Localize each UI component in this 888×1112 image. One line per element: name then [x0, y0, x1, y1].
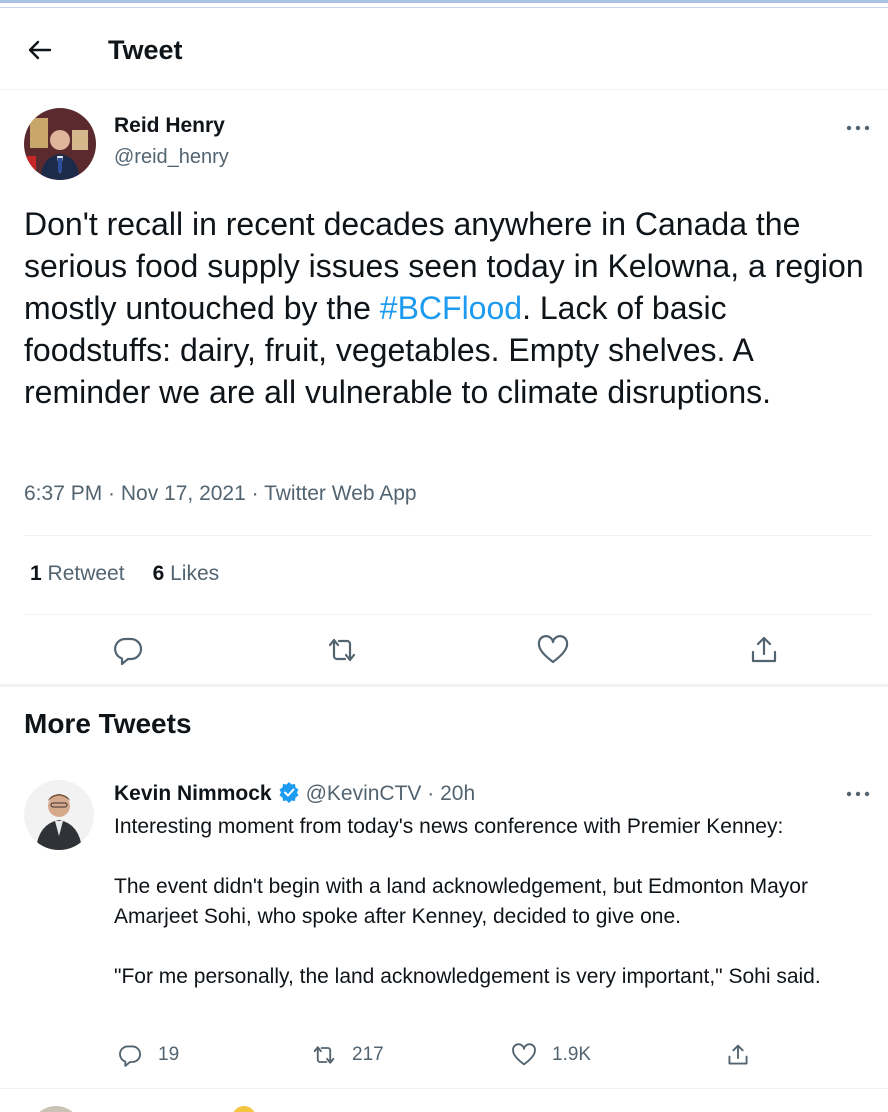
tweet-text: Don't recall in recent decades anywhere …: [24, 206, 864, 410]
heart-icon: [512, 1043, 536, 1066]
next-tweet-emoji: [232, 1106, 256, 1112]
more-tweets-heading: More Tweets: [24, 708, 192, 739]
related-tweet-header: Kevin Nimmock @KevinCTV · 20h: [114, 780, 475, 808]
related-tweet-paragraph: The event didn't begin with a land ackno…: [114, 875, 808, 928]
divider: [24, 614, 872, 615]
related-reply-count: 19: [158, 1044, 180, 1065]
related-tweet-paragraph: Interesting moment from today's news con…: [114, 815, 784, 838]
more-options-button[interactable]: [840, 118, 876, 138]
related-tweet-avatar[interactable]: [24, 780, 94, 850]
retweet-button[interactable]: [324, 632, 360, 668]
related-like-count: 1.9K: [552, 1044, 592, 1065]
author-name[interactable]: Reid Henry: [114, 113, 225, 139]
related-tweet-text: Interesting moment from today's news con…: [114, 812, 874, 992]
divider: [0, 1088, 888, 1089]
ellipsis-icon: [846, 125, 870, 131]
ellipsis-icon: [846, 791, 870, 797]
section-separator: [0, 684, 888, 687]
related-reply-button[interactable]: 19: [116, 1040, 179, 1070]
related-author-name[interactable]: Kevin Nimmock: [114, 782, 272, 805]
share-icon: [751, 636, 777, 663]
related-retweet-count: 217: [352, 1044, 384, 1065]
author-avatar[interactable]: [24, 108, 96, 180]
retweets-stat[interactable]: 1 Retweet: [30, 560, 125, 588]
reply-button[interactable]: [110, 632, 146, 668]
related-share-button[interactable]: [724, 1040, 766, 1070]
related-like-button[interactable]: 1.9K: [510, 1040, 591, 1070]
window-top-edge: [0, 0, 888, 8]
page-header: Tweet: [0, 8, 888, 90]
reply-icon: [119, 1045, 141, 1067]
retweet-icon: [328, 638, 356, 662]
likes-stat[interactable]: 6 Likes: [153, 560, 220, 588]
related-retweet-button[interactable]: 217: [310, 1040, 384, 1070]
verified-badge-icon: [279, 782, 299, 803]
tweet-timestamp-source[interactable]: 6:37 PM · Nov 17, 2021 · Twitter Web App: [24, 480, 417, 508]
hashtag-link[interactable]: #BCFlood: [380, 290, 522, 326]
author-handle[interactable]: @reid_henry: [114, 144, 229, 170]
reply-icon: [114, 637, 143, 666]
page-title: Tweet: [108, 35, 183, 65]
divider: [24, 535, 872, 536]
tweet-stats: 1 Retweet 6 Likes: [30, 560, 247, 588]
like-button[interactable]: [535, 632, 571, 668]
related-tweet-paragraph: "For me personally, the land acknowledge…: [114, 965, 821, 988]
retweet-icon: [313, 1046, 335, 1064]
share-button[interactable]: [746, 632, 782, 668]
share-icon: [728, 1044, 748, 1065]
heart-icon: [537, 635, 569, 664]
related-tweet-time[interactable]: · 20h: [427, 782, 475, 805]
arrow-left-icon: [28, 40, 52, 60]
next-tweet-avatar[interactable]: [30, 1106, 82, 1112]
related-more-options-button[interactable]: [840, 784, 876, 804]
related-author-handle[interactable]: @KevinCTV: [306, 782, 422, 805]
back-button[interactable]: [20, 32, 60, 68]
